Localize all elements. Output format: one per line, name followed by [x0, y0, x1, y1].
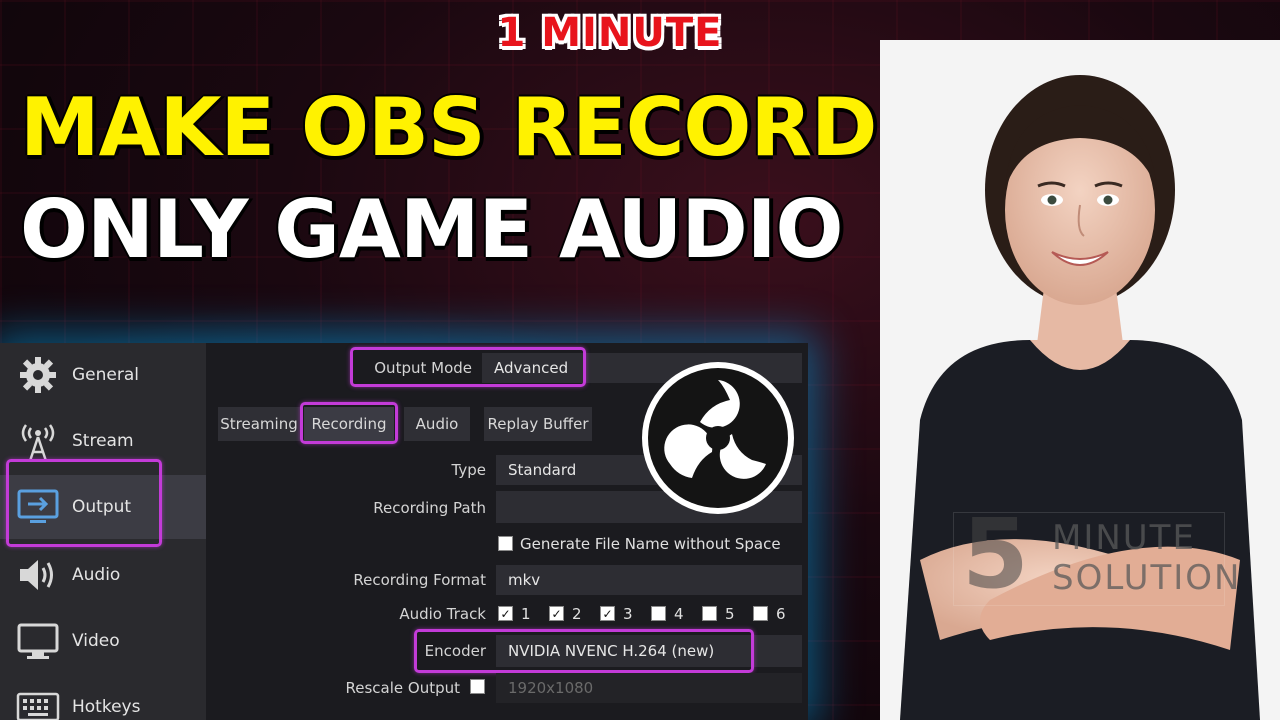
speaker-icon: [16, 553, 60, 597]
audio-track-number: 4: [674, 605, 684, 623]
gear-icon: [16, 353, 60, 397]
tab-audio[interactable]: Audio: [404, 407, 470, 441]
watermark-number: 5: [962, 498, 1029, 610]
sidebar-item-audio[interactable]: Audio: [0, 543, 206, 607]
audio-track-number: 2: [572, 605, 582, 623]
headline-line-2: ONLY GAME AUDIO: [20, 183, 844, 276]
generate-name-label: Generate File Name without Space: [520, 535, 781, 553]
audio-track-checkbox-4[interactable]: [651, 606, 666, 621]
recording-path-label: Recording Path: [373, 499, 486, 517]
recording-tab-highlight: [300, 402, 398, 444]
rescale-output-label: Rescale Output: [345, 679, 461, 697]
recording-format-label: Recording Format: [353, 571, 486, 589]
output-highlight: [6, 459, 162, 547]
sidebar-item-label: Audio: [72, 565, 121, 585]
audio-track-checkbox-1[interactable]: ✓: [498, 606, 513, 621]
tab-replay-buffer[interactable]: Replay Buffer: [484, 407, 592, 441]
presenter-illustration: [880, 40, 1280, 720]
obs-logo-icon: [642, 362, 794, 514]
tab-streaming[interactable]: Streaming: [218, 407, 300, 441]
audio-track-checkbox-2[interactable]: ✓: [549, 606, 564, 621]
sidebar-item-hotkeys[interactable]: Hotkeys: [0, 675, 206, 720]
sidebar-item-label: General: [72, 365, 139, 385]
watermark-line-1: MINUTE: [1052, 518, 1196, 558]
audio-track-checkbox-3[interactable]: ✓: [600, 606, 615, 621]
duration-badge: 1 MINUTE: [497, 10, 723, 56]
generate-name-checkbox[interactable]: [498, 536, 513, 551]
audio-track-number: 3: [623, 605, 633, 623]
sidebar-item-video[interactable]: Video: [0, 609, 206, 673]
type-label: Type: [451, 461, 486, 479]
audio-track-number: 6: [776, 605, 786, 623]
sidebar-item-label: Hotkeys: [72, 697, 141, 717]
rescale-output-checkbox[interactable]: [470, 679, 485, 694]
audio-track-checkbox-6[interactable]: [753, 606, 768, 621]
monitor-icon: [16, 619, 60, 663]
audio-track-number: 5: [725, 605, 735, 623]
encoder-highlight: [414, 629, 754, 673]
watermark-line-2: SOLUTION: [1052, 558, 1242, 598]
keyboard-icon: [16, 685, 60, 720]
recording-format-select[interactable]: mkv: [496, 565, 802, 595]
rescale-output-select[interactable]: 1920x1080: [496, 673, 802, 703]
broadcast-tower-icon: [16, 419, 60, 463]
sidebar-item-label: Stream: [72, 431, 134, 451]
sidebar-item-label: Video: [72, 631, 120, 651]
audio-track-checkbox-5[interactable]: [702, 606, 717, 621]
audio-track-number: 1: [521, 605, 531, 623]
sidebar-item-general[interactable]: General: [0, 343, 206, 407]
output-mode-highlight: [350, 347, 586, 387]
audio-track-label: Audio Track: [399, 605, 486, 623]
headline-line-1: MAKE OBS RECORD: [20, 81, 877, 174]
